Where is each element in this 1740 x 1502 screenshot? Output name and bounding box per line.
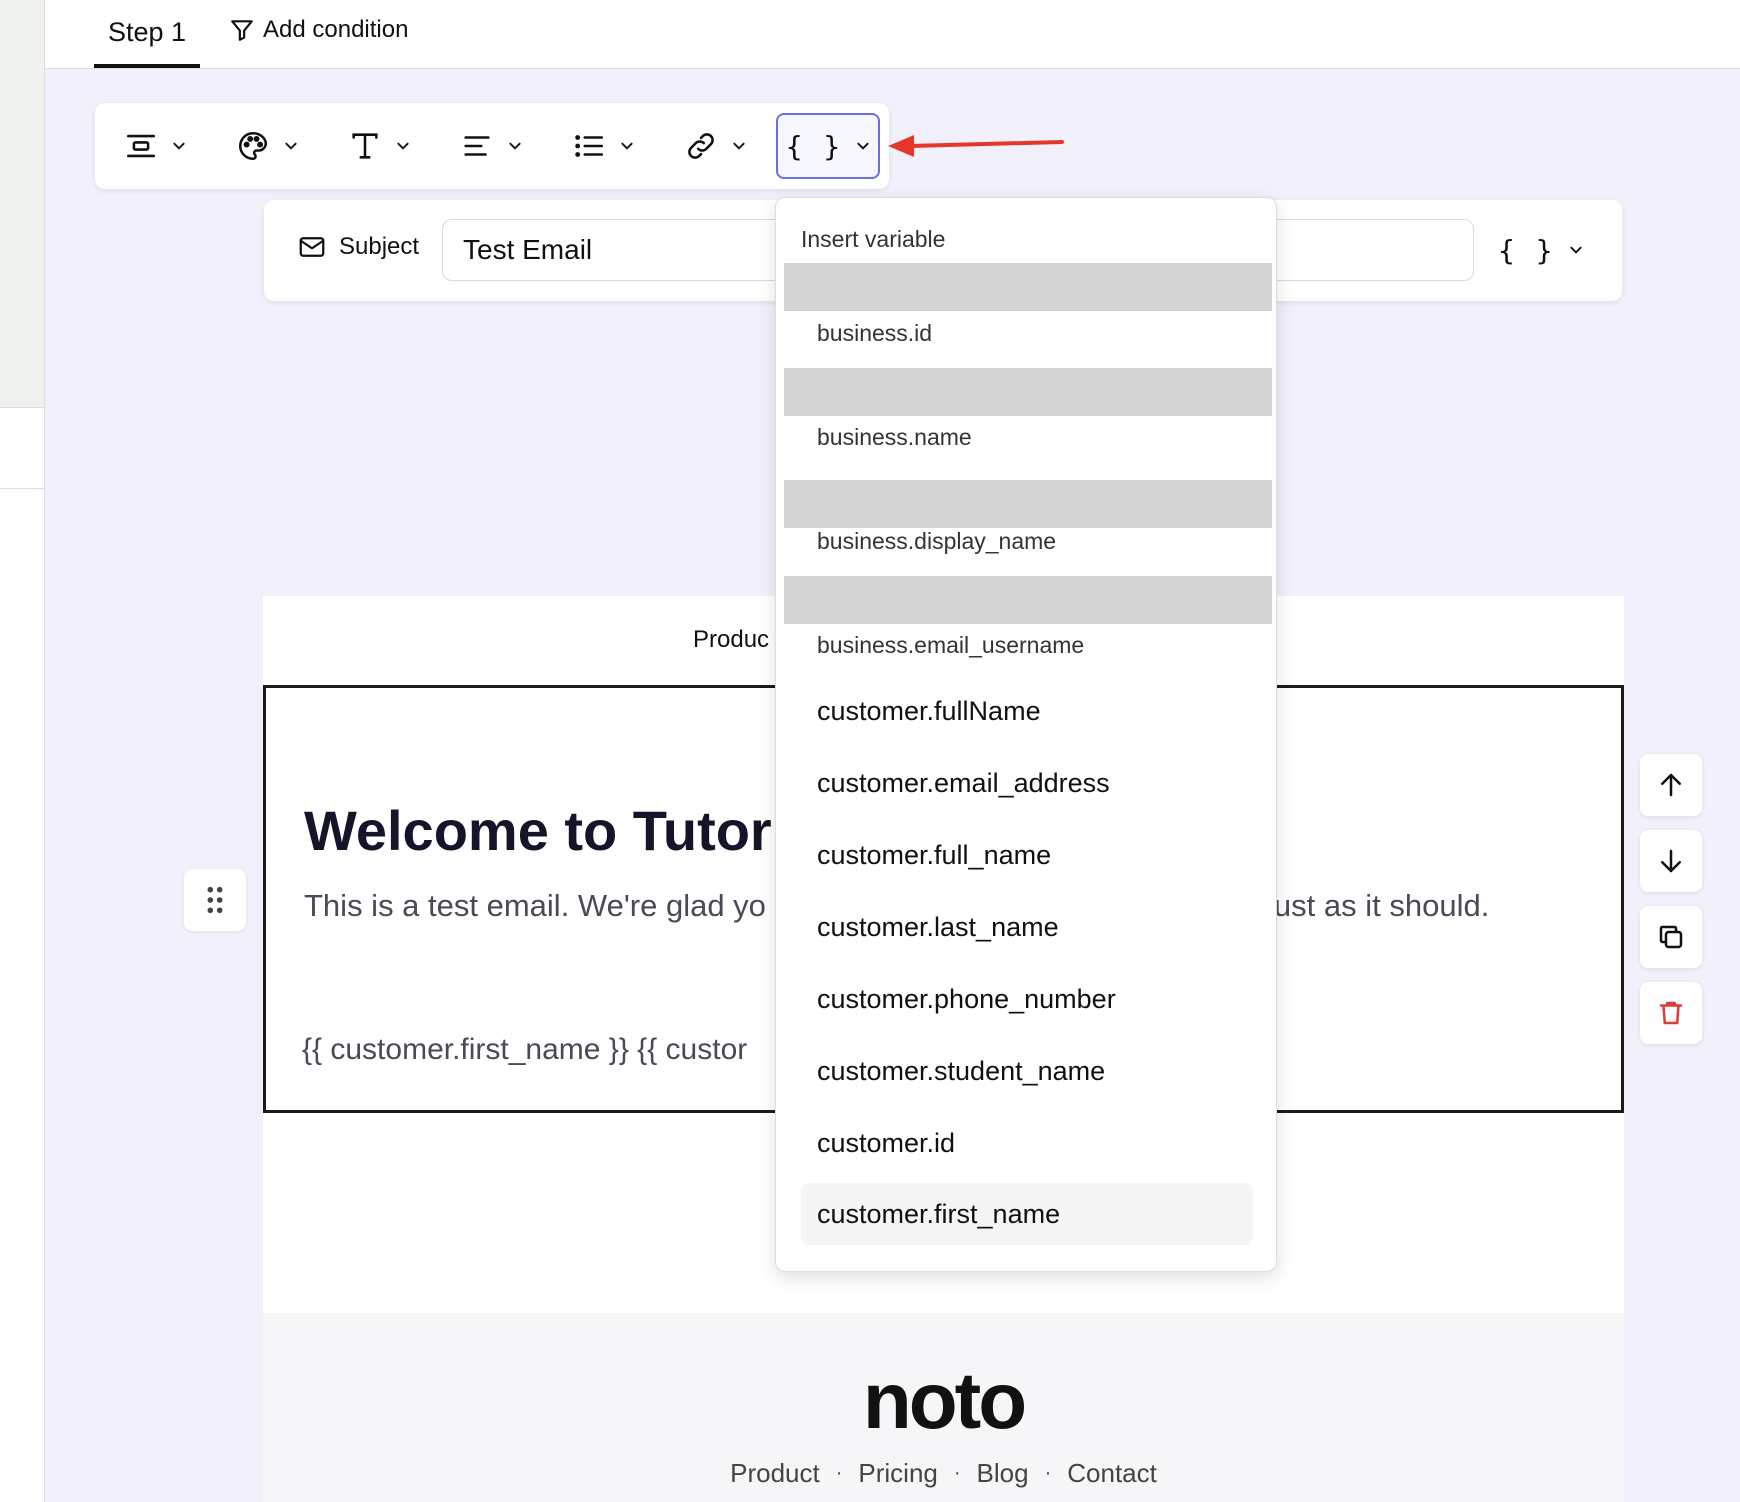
redacted-bar bbox=[784, 480, 1272, 528]
palette-icon bbox=[238, 131, 268, 161]
footer-link-blog[interactable]: Blog bbox=[977, 1458, 1029, 1489]
insert-variable-dropdown[interactable]: { } bbox=[776, 113, 880, 179]
move-up-button[interactable] bbox=[1640, 754, 1702, 816]
chevron-down-icon bbox=[733, 142, 745, 150]
menu-item[interactable]: customer.fullName bbox=[817, 696, 1041, 727]
menu-item[interactable]: customer.email_address bbox=[817, 768, 1110, 799]
separator-dot: · bbox=[1044, 1462, 1052, 1484]
arrow-down-icon bbox=[1661, 849, 1681, 873]
email-heading[interactable]: Welcome to Tutor bbox=[304, 798, 772, 863]
menu-item[interactable]: business.id bbox=[817, 320, 932, 347]
tab-step-1[interactable]: Step 1 bbox=[94, 0, 200, 68]
left-panel-divider bbox=[0, 488, 44, 489]
red-arrow-annotation bbox=[888, 135, 1064, 157]
menu-item[interactable]: business.name bbox=[817, 424, 972, 451]
subject-label-text: Subject bbox=[339, 233, 420, 260]
trash-icon bbox=[1659, 1001, 1683, 1025]
link-icon bbox=[688, 133, 714, 159]
text-type-icon bbox=[352, 133, 378, 159]
chevron-down-icon bbox=[1569, 246, 1582, 254]
delete-button[interactable] bbox=[1640, 982, 1702, 1044]
left-panel-block bbox=[0, 0, 44, 408]
add-condition-button[interactable]: Add condition bbox=[229, 14, 408, 46]
redacted-bar bbox=[784, 263, 1272, 311]
subject-variable-dropdown[interactable]: { } bbox=[1498, 220, 1598, 280]
redacted-bar bbox=[784, 368, 1272, 416]
chevron-down-icon bbox=[509, 142, 521, 150]
chevron-down-icon bbox=[621, 142, 633, 150]
copy-icon bbox=[1659, 925, 1683, 949]
link-dropdown[interactable] bbox=[667, 113, 763, 179]
chevron-down-icon bbox=[397, 142, 409, 150]
move-down-button[interactable] bbox=[1640, 830, 1702, 892]
add-condition-label: Add condition bbox=[263, 16, 409, 43]
separator-dot: · bbox=[835, 1462, 843, 1484]
footer-link-pricing[interactable]: Pricing bbox=[858, 1458, 937, 1489]
color-dropdown[interactable] bbox=[219, 113, 315, 179]
email-header-nav: Produc bbox=[693, 626, 770, 653]
menu-item[interactable]: business.display_name bbox=[817, 528, 1056, 555]
subject-label: Subject bbox=[297, 232, 419, 262]
chevron-down-icon bbox=[173, 142, 185, 150]
insert-variable-menu: Insert variable business.id business.nam… bbox=[775, 197, 1277, 1272]
braces-icon: { } bbox=[1498, 233, 1555, 267]
chevron-down-icon bbox=[857, 142, 869, 150]
left-panel-strip bbox=[0, 0, 45, 1502]
block-drag-handle[interactable] bbox=[184, 869, 246, 931]
block-layout-dropdown[interactable] bbox=[107, 113, 203, 179]
brand-logo: noto bbox=[862, 1356, 1027, 1445]
menu-item[interactable]: customer.full_name bbox=[817, 840, 1051, 871]
align-left-icon bbox=[464, 136, 490, 156]
menu-item[interactable]: customer.phone_number bbox=[817, 984, 1116, 1015]
menu-item[interactable]: customer.student_name bbox=[817, 1056, 1105, 1087]
menu-item-highlighted[interactable]: customer.first_name bbox=[801, 1183, 1253, 1245]
duplicate-button[interactable] bbox=[1640, 906, 1702, 968]
menu-header: Insert variable bbox=[801, 226, 946, 252]
email-footer-block[interactable]: noto Product · Pricing · Blog · Contact bbox=[263, 1313, 1624, 1502]
bullet-list-icon bbox=[575, 135, 604, 157]
chevron-down-icon bbox=[285, 142, 297, 150]
drag-dots-icon bbox=[207, 886, 223, 914]
footer-link-contact[interactable]: Contact bbox=[1067, 1458, 1157, 1489]
mail-icon bbox=[299, 237, 325, 257]
align-block-icon bbox=[126, 134, 156, 158]
footer-link-product[interactable]: Product bbox=[730, 1458, 820, 1489]
text-align-dropdown[interactable] bbox=[443, 113, 539, 179]
email-variables-line[interactable]: {{ customer.first_name }} {{ custor bbox=[302, 1033, 747, 1067]
text-style-dropdown[interactable] bbox=[331, 113, 427, 179]
arrow-up-icon bbox=[1661, 773, 1681, 797]
list-dropdown[interactable] bbox=[555, 113, 651, 179]
separator-dot: · bbox=[953, 1462, 961, 1484]
filter-icon bbox=[231, 20, 253, 41]
email-intro-right: ust as it should. bbox=[1273, 888, 1490, 923]
menu-item[interactable]: customer.id bbox=[817, 1128, 955, 1159]
footer-links: Product · Pricing · Blog · Contact bbox=[263, 1458, 1624, 1489]
menu-item[interactable]: business.email_username bbox=[817, 632, 1084, 659]
menu-item[interactable]: customer.last_name bbox=[817, 912, 1059, 943]
redacted-bar bbox=[784, 576, 1272, 624]
formatting-toolbar: { } bbox=[95, 103, 889, 189]
step-tab-bar: Step 1 Add condition bbox=[45, 0, 1740, 69]
email-intro-left: This is a test email. We're glad yo bbox=[304, 888, 766, 923]
braces-icon: { } bbox=[785, 129, 843, 163]
